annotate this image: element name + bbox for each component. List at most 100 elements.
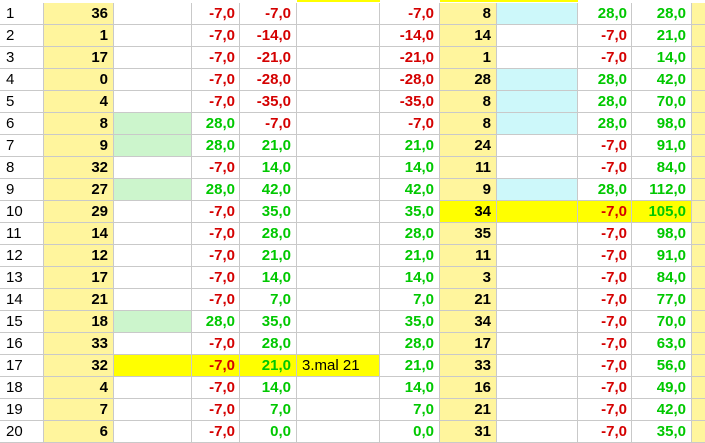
cell-running-total-right[interactable]: 35,0 <box>632 421 692 443</box>
cell-running-total-left[interactable]: 35,0 <box>240 201 297 223</box>
cell-note[interactable] <box>297 289 380 311</box>
cell-total[interactable]: -28,0 <box>380 69 440 91</box>
cell-amount-left[interactable]: -7,0 <box>192 25 240 47</box>
cell-flag-left[interactable] <box>114 3 192 25</box>
cell-running-total-right[interactable]: 56,0 <box>632 355 692 377</box>
cell-number-left[interactable]: 14 <box>44 223 114 245</box>
cell-running-total-left[interactable]: 35,0 <box>240 311 297 333</box>
cell-flag-right[interactable] <box>497 355 578 377</box>
cell-edge[interactable] <box>692 113 705 135</box>
cell-number-right[interactable]: 8 <box>440 3 497 25</box>
cell-flag-right[interactable] <box>497 179 578 201</box>
cell-total[interactable]: 28,0 <box>380 223 440 245</box>
row-number[interactable]: 7 <box>0 135 44 157</box>
cell-total[interactable]: 0,0 <box>380 421 440 443</box>
cell-total[interactable]: 14,0 <box>380 377 440 399</box>
cell-number-left[interactable]: 8 <box>44 113 114 135</box>
row-number[interactable]: 12 <box>0 245 44 267</box>
cell-total[interactable]: 14,0 <box>380 157 440 179</box>
row-number[interactable]: 11 <box>0 223 44 245</box>
cell-number-left[interactable]: 21 <box>44 289 114 311</box>
cell-amount-right[interactable]: -7,0 <box>578 157 632 179</box>
cell-flag-right[interactable] <box>497 223 578 245</box>
cell-amount-right[interactable]: -7,0 <box>578 311 632 333</box>
cell-amount-left[interactable]: 28,0 <box>192 135 240 157</box>
cell-amount-right[interactable]: -7,0 <box>578 223 632 245</box>
cell-total[interactable]: 28,0 <box>380 333 440 355</box>
cell-amount-right[interactable]: -7,0 <box>578 25 632 47</box>
row-number[interactable]: 8 <box>0 157 44 179</box>
cell-running-total-right[interactable]: 91,0 <box>632 245 692 267</box>
cell-amount-left[interactable]: -7,0 <box>192 355 240 377</box>
cell-amount-left[interactable]: 28,0 <box>192 311 240 333</box>
row-number[interactable]: 9 <box>0 179 44 201</box>
cell-amount-right[interactable]: 28,0 <box>578 113 632 135</box>
cell-amount-right[interactable]: -7,0 <box>578 399 632 421</box>
cell-running-total-left[interactable]: 14,0 <box>240 267 297 289</box>
cell-edge[interactable] <box>692 179 705 201</box>
cell-amount-left[interactable]: -7,0 <box>192 245 240 267</box>
cell-flag-right[interactable] <box>497 91 578 113</box>
cell-amount-right[interactable]: -7,0 <box>578 245 632 267</box>
cell-number-left[interactable]: 27 <box>44 179 114 201</box>
cell-flag-right[interactable] <box>497 377 578 399</box>
cell-running-total-left[interactable]: 42,0 <box>240 179 297 201</box>
cell-number-right[interactable]: 14 <box>440 25 497 47</box>
cell-running-total-left[interactable]: 7,0 <box>240 399 297 421</box>
cell-number-right[interactable]: 16 <box>440 377 497 399</box>
cell-note[interactable] <box>297 135 380 157</box>
cell-flag-right[interactable] <box>497 333 578 355</box>
cell-note[interactable] <box>297 69 380 91</box>
cell-flag-left[interactable] <box>114 355 192 377</box>
cell-running-total-left[interactable]: 7,0 <box>240 289 297 311</box>
cell-number-right[interactable]: 9 <box>440 179 497 201</box>
cell-edge[interactable] <box>692 47 705 69</box>
cell-edge[interactable] <box>692 201 705 223</box>
cell-number-right[interactable]: 11 <box>440 157 497 179</box>
cell-flag-right[interactable] <box>497 399 578 421</box>
row-number[interactable]: 4 <box>0 69 44 91</box>
cell-number-left[interactable]: 4 <box>44 377 114 399</box>
row-number[interactable]: 1 <box>0 3 44 25</box>
cell-edge[interactable] <box>692 399 705 421</box>
cell-flag-right[interactable] <box>497 311 578 333</box>
cell-running-total-left[interactable]: -21,0 <box>240 47 297 69</box>
cell-amount-right[interactable]: -7,0 <box>578 377 632 399</box>
cell-edge[interactable] <box>692 311 705 333</box>
cell-number-right[interactable]: 3 <box>440 267 497 289</box>
row-number[interactable]: 18 <box>0 377 44 399</box>
cell-number-left[interactable]: 29 <box>44 201 114 223</box>
cell-number-left[interactable]: 36 <box>44 3 114 25</box>
cell-flag-left[interactable] <box>114 377 192 399</box>
cell-running-total-right[interactable]: 42,0 <box>632 69 692 91</box>
cell-flag-right[interactable] <box>497 421 578 443</box>
cell-number-right[interactable]: 31 <box>440 421 497 443</box>
cell-amount-right[interactable]: -7,0 <box>578 421 632 443</box>
cell-amount-left[interactable]: 28,0 <box>192 113 240 135</box>
cell-number-right[interactable]: 35 <box>440 223 497 245</box>
row-number[interactable]: 3 <box>0 47 44 69</box>
cell-edge[interactable] <box>692 135 705 157</box>
cell-number-right[interactable]: 17 <box>440 333 497 355</box>
cell-note[interactable] <box>297 179 380 201</box>
cell-edge[interactable] <box>692 3 705 25</box>
cell-flag-right[interactable] <box>497 25 578 47</box>
cell-flag-left[interactable] <box>114 333 192 355</box>
cell-amount-right[interactable]: -7,0 <box>578 135 632 157</box>
cell-number-right[interactable]: 34 <box>440 201 497 223</box>
cell-running-total-right[interactable]: 84,0 <box>632 267 692 289</box>
cell-flag-left[interactable] <box>114 47 192 69</box>
cell-amount-left[interactable]: -7,0 <box>192 47 240 69</box>
cell-total[interactable]: -14,0 <box>380 25 440 47</box>
cell-number-left[interactable]: 9 <box>44 135 114 157</box>
cell-number-left[interactable]: 33 <box>44 333 114 355</box>
row-number[interactable]: 2 <box>0 25 44 47</box>
row-number[interactable]: 5 <box>0 91 44 113</box>
row-number[interactable]: 14 <box>0 289 44 311</box>
cell-flag-left[interactable] <box>114 421 192 443</box>
cell-running-total-left[interactable]: 14,0 <box>240 157 297 179</box>
cell-running-total-right[interactable]: 70,0 <box>632 311 692 333</box>
cell-note[interactable] <box>297 267 380 289</box>
cell-total[interactable]: -21,0 <box>380 47 440 69</box>
cell-edge[interactable] <box>692 245 705 267</box>
